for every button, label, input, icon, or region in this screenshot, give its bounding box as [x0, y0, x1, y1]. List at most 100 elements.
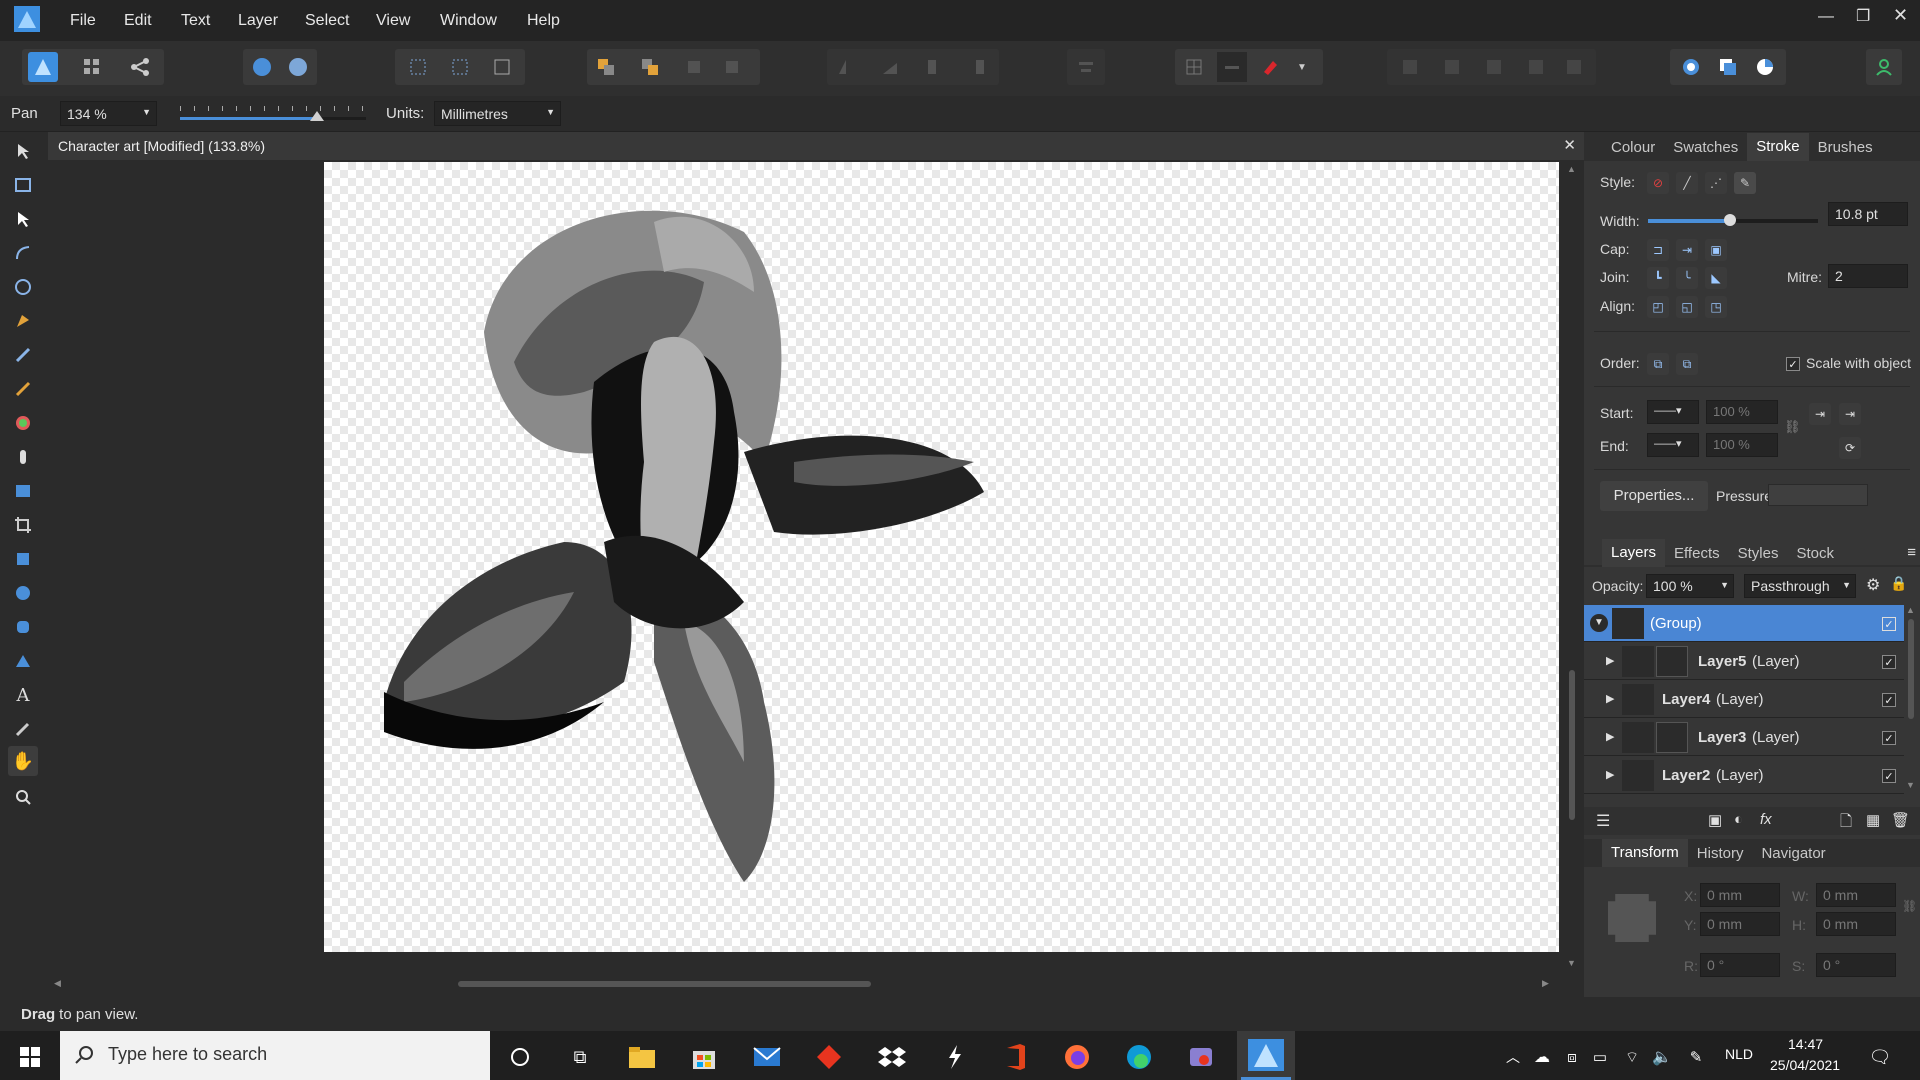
align-inside-icon[interactable]: ◰ — [1647, 296, 1669, 318]
flip-vertical-icon[interactable] — [875, 52, 905, 82]
start-scale-field[interactable]: 100 % — [1706, 400, 1778, 424]
scroll-right-icon[interactable]: ▶ — [1542, 978, 1549, 989]
units-dropdown[interactable]: Millimetres ▼ — [434, 101, 561, 126]
assistant-icon[interactable] — [247, 52, 277, 82]
scroll-left-icon[interactable]: ◀ — [54, 978, 61, 989]
add-layer-icon[interactable]: 🗋 — [1840, 811, 1852, 836]
y-field[interactable]: 0 mm — [1700, 912, 1780, 936]
menu-view[interactable]: View — [376, 12, 410, 30]
align-icon[interactable] — [1071, 52, 1101, 82]
tab-styles[interactable]: Styles — [1729, 545, 1788, 562]
move-to-back-icon[interactable] — [591, 52, 621, 82]
align-outside-icon[interactable]: ◳ — [1705, 296, 1727, 318]
menu-select[interactable]: Select — [305, 12, 349, 30]
add-icon[interactable] — [1395, 52, 1425, 82]
crop-tool-icon[interactable] — [8, 510, 38, 540]
account-icon[interactable] — [1869, 52, 1899, 82]
battery-icon[interactable]: ▭ — [1582, 1039, 1618, 1075]
expand-arrow-icon[interactable]: ▶ — [1606, 654, 1614, 667]
rectangle-tool-icon[interactable] — [8, 544, 38, 574]
panel-menu-icon[interactable]: ≡ — [1907, 544, 1916, 561]
stroke-front-icon[interactable]: ⧉ — [1676, 353, 1698, 375]
start-arrowhead-dropdown[interactable]: ——▾ — [1647, 400, 1699, 424]
vertical-scroll-thumb[interactable] — [1569, 670, 1575, 820]
opacity-dropdown[interactable]: 100 % ▼ — [1646, 574, 1734, 598]
rotate-left-icon[interactable] — [919, 52, 949, 82]
office-icon[interactable] — [998, 1039, 1034, 1075]
clock-time[interactable]: 14:47 — [1788, 1036, 1823, 1052]
end-arrowhead-dropdown[interactable]: ——▾ — [1647, 433, 1699, 457]
divide-icon[interactable] — [1559, 52, 1589, 82]
file-explorer-icon[interactable] — [624, 1039, 660, 1075]
dashed-line-icon[interactable]: ⋰ — [1705, 172, 1727, 194]
canvas-area[interactable]: ▲ ▼ ◀ ▶ — [48, 160, 1584, 988]
texture-line-icon[interactable]: ✎ — [1734, 172, 1756, 194]
app-logo[interactable] — [14, 6, 40, 32]
tab-colour[interactable]: Colour — [1602, 139, 1664, 156]
transform-origin-icon[interactable] — [487, 52, 517, 82]
windows-start-icon[interactable] — [12, 1039, 48, 1075]
snapping-magnet-icon[interactable] — [1255, 52, 1285, 82]
color-picker-tool-icon[interactable] — [8, 714, 38, 744]
layers-stack-icon[interactable]: ☰ — [1596, 811, 1610, 831]
layers-scrollbar[interactable]: ▲ ▼ — [1904, 605, 1918, 795]
layer-visibility-checkbox[interactable]: ✓ — [1882, 731, 1896, 745]
layers-scroll-thumb[interactable] — [1908, 619, 1914, 719]
pen-tool-icon[interactable] — [8, 306, 38, 336]
miter-join-icon[interactable]: ┗ — [1647, 267, 1669, 289]
layer-visibility-checkbox[interactable]: ✓ — [1882, 617, 1896, 631]
subtract-icon[interactable] — [1437, 52, 1467, 82]
tab-history[interactable]: History — [1688, 845, 1753, 862]
x-field[interactable]: 0 mm — [1700, 883, 1780, 907]
move-forward-icon[interactable] — [679, 52, 709, 82]
width-slider[interactable] — [1648, 214, 1818, 226]
align-center-icon[interactable]: ◱ — [1676, 296, 1698, 318]
tab-swatches[interactable]: Swatches — [1664, 139, 1747, 156]
insert-behind-icon[interactable] — [1713, 52, 1743, 82]
gem-app-icon[interactable] — [811, 1039, 847, 1075]
arrowhead-align-tip-icon[interactable]: ⇥ — [1839, 403, 1861, 425]
vector-brush-tool-icon[interactable] — [8, 374, 38, 404]
mitre-field[interactable]: 2 — [1828, 264, 1908, 288]
horizontal-scrollbar[interactable]: ◀ ▶ — [48, 976, 1564, 992]
w-field[interactable]: 0 mm — [1816, 883, 1896, 907]
minimize-icon[interactable]: — — [1818, 8, 1834, 26]
language-indicator[interactable]: NLD — [1725, 1046, 1753, 1062]
layer-row[interactable]: ▶ Layer4 (Layer) ✓ — [1584, 681, 1904, 718]
butt-cap-icon[interactable]: ⊐ — [1647, 239, 1669, 261]
tab-stock[interactable]: Stock — [1787, 545, 1843, 562]
scroll-down-icon[interactable]: ▼ — [1567, 958, 1576, 968]
krita-app-icon[interactable] — [937, 1039, 973, 1075]
link-scale-icon[interactable]: ⛓ — [1784, 419, 1801, 435]
collapse-arrow-icon[interactable]: ▼ — [1590, 614, 1608, 632]
transform-selection-icon[interactable] — [445, 52, 475, 82]
snapping-manager-icon[interactable] — [283, 52, 313, 82]
layer-row[interactable]: ▶ Layer3 (Layer) ✓ — [1584, 719, 1904, 756]
flip-horizontal-icon[interactable] — [831, 52, 861, 82]
zoom-tool-icon[interactable] — [8, 782, 38, 812]
adjustment-icon[interactable]: ◐ — [1734, 811, 1743, 828]
volume-icon[interactable]: 🔈 — [1644, 1039, 1680, 1075]
transform-objects-icon[interactable] — [403, 52, 433, 82]
xor-icon[interactable] — [1521, 52, 1551, 82]
close-window-icon[interactable]: ✕ — [1893, 5, 1908, 26]
width-field[interactable]: 10.8 pt — [1828, 202, 1908, 226]
rounded-rectangle-tool-icon[interactable] — [8, 612, 38, 642]
properties-button[interactable]: Properties... — [1600, 481, 1708, 511]
zoom-dropdown[interactable]: 134 % ▼ — [60, 101, 157, 126]
zoom-slider[interactable] — [180, 106, 366, 122]
snapping-dropdown-icon[interactable]: ▼ — [1287, 52, 1317, 82]
rotate-right-icon[interactable] — [963, 52, 993, 82]
scroll-up-icon[interactable]: ▲ — [1906, 605, 1915, 615]
intersect-icon[interactable] — [1479, 52, 1509, 82]
tab-transform[interactable]: Transform — [1602, 839, 1688, 867]
delete-layer-icon[interactable]: 🗑 — [1891, 811, 1910, 829]
taskbar-search[interactable]: Type here to search — [60, 1031, 490, 1080]
close-document-icon[interactable]: ✕ — [1563, 136, 1576, 154]
corner-tool-icon[interactable] — [8, 272, 38, 302]
artboard-tool-icon[interactable] — [8, 170, 38, 200]
round-cap-icon[interactable]: ⇥ — [1676, 239, 1698, 261]
width-slider-handle[interactable] — [1723, 214, 1736, 226]
menu-file[interactable]: File — [70, 12, 96, 30]
shear-field[interactable]: 0 ° — [1816, 953, 1896, 977]
